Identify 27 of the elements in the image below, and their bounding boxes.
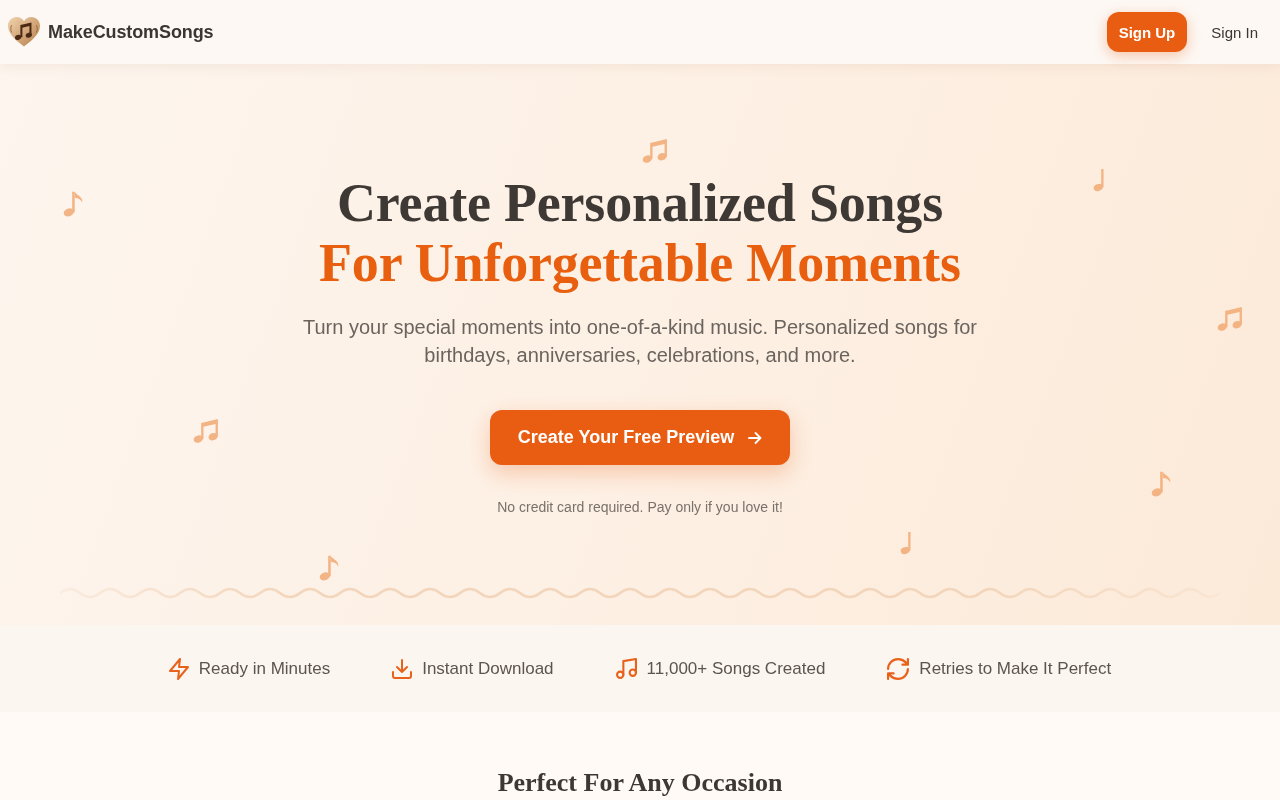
hero-subtitle: Turn your special moments into one-of-a-kind music. Personalized songs for birthdays, anniversaries, celebrations, and more. xyxy=(302,315,978,368)
music-note-icon xyxy=(1092,168,1104,192)
music-note-icon xyxy=(63,190,83,218)
beamed-notes-icon xyxy=(642,137,668,163)
hero-title: For Unforgettable Moments xyxy=(319,233,961,293)
music-note-icon xyxy=(899,531,911,555)
logo-text[interactable]: MakeCustomSongs xyxy=(48,21,214,43)
feature-label: Retries to Make It Perfect xyxy=(919,658,1112,679)
beamed-notes-icon xyxy=(1217,305,1243,331)
lightning-icon xyxy=(168,657,189,680)
download-icon xyxy=(392,658,413,679)
refresh-icon xyxy=(887,657,910,680)
create-preview-button[interactable]: Create Your Free Preview xyxy=(490,410,790,465)
feature-label: Ready in Minutes xyxy=(198,658,331,679)
feature-label: 11,000+ Songs Created xyxy=(646,658,826,679)
hero-note: No credit card required. Pay only if you love it! xyxy=(497,498,783,517)
arrow-right-icon xyxy=(748,431,763,444)
feature-label: Instant Download xyxy=(422,658,554,679)
section-heading: Perfect For Any Occasion xyxy=(497,768,783,798)
music-note-icon xyxy=(615,658,637,679)
sign-up-button[interactable]: Sign Up xyxy=(1106,12,1188,52)
beamed-notes-icon xyxy=(193,417,219,443)
music-heart-icon[interactable] xyxy=(8,17,40,47)
music-note-icon xyxy=(1151,470,1171,498)
hero-title: Create Personalized Songs xyxy=(337,173,943,233)
sign-in-link[interactable]: Sign In xyxy=(1201,15,1268,49)
music-note-icon xyxy=(319,554,339,582)
